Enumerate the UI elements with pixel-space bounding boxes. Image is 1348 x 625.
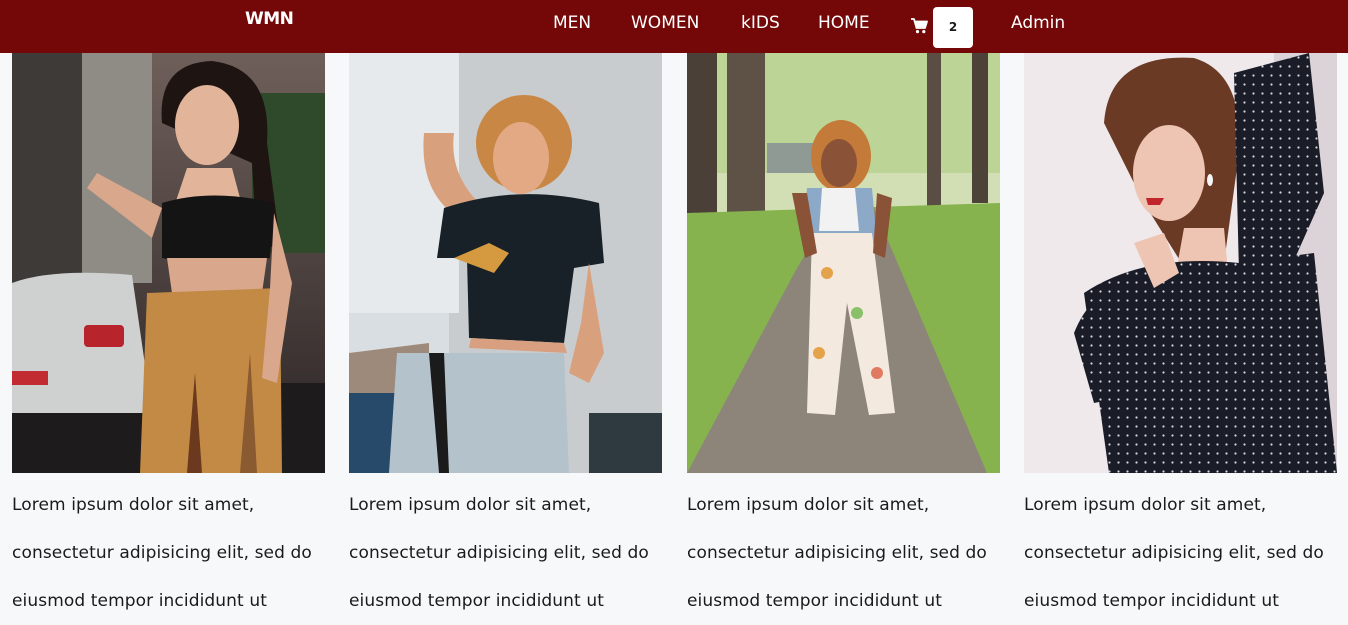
nav-link-home[interactable]: HOME [818, 13, 870, 33]
nav-link-women[interactable]: WOMEN [631, 13, 699, 33]
brand-logo[interactable]: WMN [245, 9, 294, 29]
nav-link-men[interactable]: MEN [553, 13, 591, 33]
shopping-cart-icon[interactable] [911, 18, 928, 34]
product-description: Lorem ipsum dolor sit amet, consectetur … [12, 495, 312, 611]
cart-count-badge[interactable]: 2 [933, 7, 973, 48]
admin-link[interactable]: Admin [1011, 13, 1065, 33]
woman-in-black-tee-and-jeans-photo[interactable] [349, 53, 662, 473]
woman-in-black-crop-top-and-mustard-skirt-photo[interactable] [12, 53, 325, 473]
nav-link-kids[interactable]: kIDS [741, 13, 780, 33]
product-description: Lorem ipsum dolor sit amet, consectetur … [1024, 495, 1324, 611]
product-description: Lorem ipsum dolor sit amet, consectetur … [349, 495, 649, 611]
woman-in-floral-pants-on-park-path-photo[interactable] [687, 53, 1000, 473]
product-description: Lorem ipsum dolor sit amet, consectetur … [687, 495, 987, 611]
woman-in-polka-dot-blouse-photo[interactable] [1024, 53, 1337, 473]
top-navbar: WMN MEN WOMEN kIDS HOME 2 Admin [0, 0, 1348, 53]
